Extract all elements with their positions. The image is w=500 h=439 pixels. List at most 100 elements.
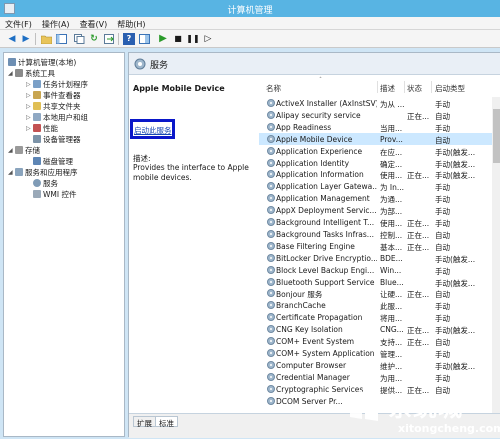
column-header-status[interactable]: 状态 [407,83,422,94]
back-arrow-icon[interactable]: ◀ [6,33,18,45]
service-name: AppX Deployment Servic... [276,206,377,216]
service-row[interactable]: BitLocker Drive Encryptio... BDE... 手动(触发.… [259,252,500,264]
toolbar: ◀ ▶ ↻ ? ▶ ■ ❚❚ ▷ [0,30,500,48]
restart-icon[interactable]: ▷ [202,33,214,45]
tree-item-task-scheduler[interactable]: ▷ 任务计划程序 [26,79,88,89]
menu-help[interactable]: 帮助(H) [112,17,150,30]
play-icon[interactable]: ▶ [157,33,169,45]
service-row[interactable]: ActiveX Installer (AxInstSV) 为从 ... 手动 [259,97,500,109]
tree-item-root[interactable]: 计算机管理(本地) [8,57,76,67]
computer-management-window: 计算机管理 文件(F) 操作(A) 查看(V) 帮助(H) ◀ ▶ ↻ ? ▶ ■ ❚… [0,0,500,439]
service-row[interactable]: Base Filtering Engine 基本... 正在... 自动 [259,240,500,252]
gear-icon [267,372,275,381]
gear-icon [267,99,275,107]
service-name: Application Identity [276,158,350,168]
gear-icon [267,170,275,179]
tab-standard[interactable]: 标准 [155,416,178,428]
caret-down-icon[interactable]: ◢ [8,147,14,154]
service-row[interactable]: COM+ Event System 支持... 正在... 自动 [259,335,500,347]
service-row[interactable]: Bluetooth Support Service Blue... 手动(触发... [259,276,500,288]
service-row[interactable]: Application Information 使用... 正在... 手动(触发..… [259,168,500,180]
service-name: Bluetooth Support Service [276,277,375,287]
service-row[interactable]: AppX Deployment Servic... 为部... 手动 [259,204,500,216]
service-row[interactable]: Alipay security service 正在... 自动 [259,109,500,121]
pause-icon[interactable]: ❚❚ [186,33,199,45]
vertical-scrollbar[interactable] [492,97,500,413]
caret-right-icon[interactable]: ▷ [26,114,32,121]
service-name: Certificate Propagation [276,313,363,323]
caret-right-icon[interactable]: ▷ [26,125,32,132]
gear-icon [267,360,275,369]
tree-item-system-tools[interactable]: ◢ 系统工具 [8,68,55,78]
tree-item-event-viewer[interactable]: ▷ 事件查看器 [26,90,81,100]
service-row[interactable]: Application Experience 在应... 手动(触发... [259,145,500,157]
service-name: BranchCache [276,301,326,311]
service-row[interactable]: Application Layer Gatewa... 为 In... 手动 [259,180,500,192]
menu-file[interactable]: 文件(F) [0,17,37,30]
folder-icon[interactable] [40,33,52,45]
service-row[interactable]: BranchCache 此服... 手动 [259,299,500,311]
gear-icon [267,206,275,215]
service-desc: Win... [380,265,402,275]
computer-icon [8,58,16,66]
service-row[interactable]: Certificate Propagation 将用... 手动 [259,311,500,323]
tree-item-services[interactable]: 服务 [33,178,58,188]
tree-label: 存储 [25,145,40,155]
column-header-startup-type[interactable]: 启动类型 [435,83,465,94]
tree-item-disk-management[interactable]: 磁盘管理 [33,156,73,166]
menu-action[interactable]: 操作(A) [37,17,75,30]
gear-icon [267,122,275,131]
tree-item-local-users[interactable]: ▷ 本地用户和组 [26,112,88,122]
tree-label: 设备管理器 [43,134,81,144]
service-row[interactable]: Background Tasks Infras... 控制... 正在... 自动 [259,228,500,240]
column-header-description[interactable]: 描述 [380,83,395,94]
storage-icon [15,146,23,154]
tree-item-services-apps[interactable]: ◢ 服务和应用程序 [8,167,78,177]
tree-label: 计算机管理(本地) [18,57,77,67]
service-row[interactable]: App Readiness 当用... 手动 [259,121,500,133]
help-icon[interactable]: ? [123,33,135,45]
tree-item-performance[interactable]: ▷ 性能 [26,123,58,133]
caret-down-icon[interactable]: ◢ [8,169,14,176]
start-service-link[interactable]: 启动此服务 [130,119,175,139]
service-row[interactable]: Background Intelligent T... 使用... 正在... 手动 [259,216,500,228]
tree-item-storage[interactable]: ◢ 存储 [8,145,40,155]
service-name: App Readiness [276,122,332,132]
service-row[interactable]: Apple Mobile Device Prov... 自动 [259,132,500,145]
tree-label: 服务和应用程序 [25,167,78,177]
caret-right-icon[interactable]: ▷ [26,81,32,88]
service-name: Application Layer Gatewa... [276,182,377,192]
menu-view[interactable]: 查看(V) [75,17,113,30]
column-header-name[interactable]: 名称 [266,83,281,94]
service-name: Base Filtering Engine [276,241,355,251]
caret-down-icon[interactable]: ◢ [8,70,14,77]
column-divider [404,81,405,93]
service-row[interactable]: CNG Key Isolation CNG... 正在... 手动(触发... [259,323,500,335]
stop-icon[interactable]: ■ [172,33,184,45]
service-row[interactable]: Block Level Backup Engi... Win... 手动 [259,264,500,276]
selected-service-name: Apple Mobile Device [133,84,225,93]
service-row[interactable]: Credential Manager 为用... 手动 [259,371,500,383]
properties-icon[interactable] [138,33,150,45]
caret-right-icon[interactable]: ▷ [26,92,32,99]
tree-item-shared-folders[interactable]: ▷ 共享文件夹 [26,101,81,111]
column-divider [431,81,432,93]
console-tree-icon[interactable] [55,33,67,45]
service-row[interactable]: Bonjour 服务 让硬... 正在... 自动 [259,287,500,299]
service-name: Block Level Backup Engi... [276,265,375,275]
tree-item-device-manager[interactable]: 设备管理器 [33,134,81,144]
tab-extended[interactable]: 扩展 [133,416,156,428]
service-row[interactable]: Computer Browser 维护... 手动(触发... [259,359,500,371]
refresh-icon[interactable]: ↻ [88,33,100,45]
forward-arrow-icon[interactable]: ▶ [20,33,32,45]
service-row[interactable]: Application Management 为通... 手动 [259,192,500,204]
service-row[interactable]: Application Identity 确定... 手动(触发... [259,157,500,169]
caret-right-icon[interactable]: ▷ [26,103,32,110]
service-row[interactable]: COM+ System Application 管理... 手动 [259,347,500,359]
gear-icon [33,179,41,187]
export-icon[interactable] [103,33,115,45]
gear-icon [267,396,275,405]
copy-icon[interactable] [73,33,85,45]
tree-item-wmi[interactable]: WMI 控件 [33,189,76,199]
scrollbar-thumb[interactable] [493,109,500,163]
